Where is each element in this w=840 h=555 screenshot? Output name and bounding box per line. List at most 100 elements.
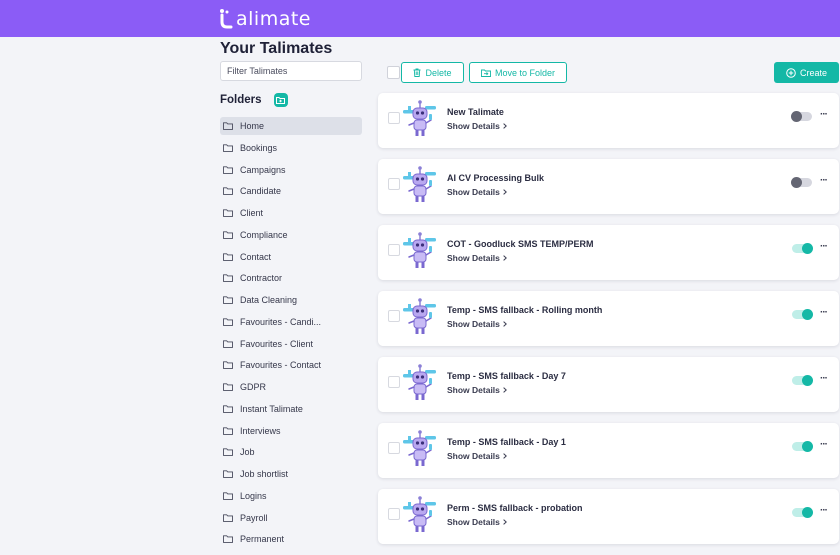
- folder-item[interactable]: Favourites - Candi...: [220, 313, 362, 331]
- folder-label: Job: [240, 447, 255, 458]
- create-button[interactable]: Create: [774, 62, 839, 83]
- enable-toggle[interactable]: [792, 441, 813, 452]
- add-folder-button[interactable]: [273, 93, 288, 107]
- enable-toggle[interactable]: [791, 177, 812, 188]
- talimate-checkbox[interactable]: [388, 376, 400, 388]
- robot-avatar-icon: [402, 364, 438, 407]
- add-folder-icon: [276, 97, 286, 104]
- filter-input[interactable]: [220, 61, 362, 81]
- folders-title: Folders: [220, 94, 262, 106]
- folder-item[interactable]: Interviews: [220, 422, 362, 440]
- folder-label: Home: [240, 121, 265, 131]
- robot-avatar-icon: [402, 430, 438, 473]
- enable-toggle[interactable]: [792, 243, 813, 254]
- folder-icon: [223, 491, 233, 501]
- folder-label: Permanent: [240, 534, 285, 545]
- folder-item[interactable]: Bookings: [220, 139, 362, 157]
- talimate-name: Temp - SMS fallback - Day 1: [447, 437, 566, 447]
- chevron-right-icon: [500, 187, 507, 197]
- folders-header: Folders: [220, 93, 288, 107]
- show-details-link[interactable]: Show Details: [447, 385, 507, 395]
- toggle-knob: [802, 441, 813, 452]
- more-dots-icon[interactable]: ···: [820, 439, 828, 450]
- show-details-link[interactable]: Show Details: [447, 517, 507, 527]
- folder-item[interactable]: Job: [220, 443, 362, 461]
- talimate-card[interactable]: Temp - SMS fallback - Day 7 Show Details ·…: [378, 357, 839, 412]
- folder-label: Job shortlist: [240, 469, 289, 479]
- folder-label: Payroll: [240, 512, 268, 523]
- more-dots-icon[interactable]: ···: [820, 109, 828, 120]
- show-details-link[interactable]: Show Details: [447, 451, 507, 461]
- show-details-label: Show Details: [447, 451, 500, 461]
- toggle-knob: [802, 243, 813, 254]
- select-all-checkbox[interactable]: [387, 66, 400, 79]
- folder-item[interactable]: Data Cleaning: [220, 291, 362, 309]
- folder-icon: [223, 208, 233, 218]
- enable-toggle[interactable]: [792, 309, 813, 320]
- talimate-checkbox[interactable]: [388, 442, 400, 454]
- enable-toggle[interactable]: [792, 507, 813, 518]
- more-dots-icon[interactable]: ···: [820, 505, 828, 516]
- show-details-link[interactable]: Show Details: [447, 253, 507, 263]
- talimate-checkbox[interactable]: [388, 112, 400, 124]
- folder-item[interactable]: Favourites - Client: [220, 335, 362, 353]
- talimate-checkbox[interactable]: [388, 508, 400, 520]
- folder-icon: [223, 165, 233, 175]
- talimate-card[interactable]: Temp - SMS fallback - Rolling month Show …: [378, 291, 839, 346]
- move-to-folder-button[interactable]: Move to Folder: [469, 62, 567, 83]
- folder-icon: [223, 186, 233, 196]
- talimate-card[interactable]: Perm - SMS fallback - probation Show Deta…: [378, 489, 839, 544]
- folder-label: Favourites - Candi...: [240, 316, 322, 327]
- folder-item[interactable]: Compliance: [220, 226, 362, 244]
- more-dots-icon[interactable]: ···: [820, 307, 828, 318]
- folder-item[interactable]: Instant Talimate: [220, 400, 362, 418]
- folder-icon: [223, 469, 233, 479]
- enable-toggle[interactable]: [791, 111, 812, 122]
- folder-icon: [223, 360, 233, 370]
- talimate-card[interactable]: AI CV Processing Bulk Show Details ···: [378, 159, 839, 214]
- folder-item[interactable]: Candidate: [220, 182, 362, 200]
- more-dots-icon[interactable]: ···: [820, 241, 828, 252]
- app-logo[interactable]: alimate: [218, 6, 311, 32]
- folder-label: Interviews: [240, 425, 281, 436]
- chevron-right-icon: [500, 319, 507, 329]
- talimate-checkbox[interactable]: [388, 310, 400, 322]
- folder-icon: [223, 513, 233, 523]
- show-details-label: Show Details: [447, 517, 500, 527]
- folder-item[interactable]: GDPR: [220, 378, 362, 396]
- folder-item[interactable]: Logins: [220, 487, 362, 505]
- folder-item[interactable]: Job shortlist: [220, 465, 362, 483]
- folder-label: Contact: [240, 251, 272, 262]
- show-details-link[interactable]: Show Details: [447, 121, 507, 131]
- folder-icon: [223, 339, 233, 349]
- talimate-card[interactable]: New Talimate Show Details ···: [378, 93, 839, 148]
- toggle-knob: [791, 177, 802, 188]
- enable-toggle[interactable]: [792, 375, 813, 386]
- folder-icon: [223, 404, 233, 414]
- folder-item[interactable]: Favourites - Contact: [220, 356, 362, 374]
- chevron-right-icon: [500, 517, 507, 527]
- talimate-checkbox[interactable]: [388, 178, 400, 190]
- robot-avatar-icon: [402, 166, 438, 209]
- folder-item[interactable]: Campaigns: [220, 161, 362, 179]
- folder-item[interactable]: Home: [220, 117, 362, 135]
- talimate-list: New Talimate Show Details ··· AI CV Process…: [378, 93, 839, 555]
- more-dots-icon[interactable]: ···: [820, 175, 828, 186]
- delete-button[interactable]: Delete: [401, 62, 464, 83]
- talimate-card[interactable]: Temp - SMS fallback - Day 1 Show Details ·…: [378, 423, 839, 478]
- talimate-name: Temp - SMS fallback - Day 7: [447, 371, 566, 381]
- folder-list: Home Bookings Campaigns Candidate Client Comp…: [220, 117, 362, 552]
- folder-item[interactable]: Payroll: [220, 509, 362, 527]
- folder-item[interactable]: Contact: [220, 248, 362, 266]
- delete-label: Delete: [425, 67, 452, 78]
- folder-item[interactable]: Client: [220, 204, 362, 222]
- folder-label: Client: [240, 208, 264, 218]
- more-dots-icon[interactable]: ···: [820, 373, 828, 384]
- show-details-link[interactable]: Show Details: [447, 319, 507, 329]
- talimate-card[interactable]: COT - Goodluck SMS TEMP/PERM Show Details…: [378, 225, 839, 280]
- folder-label: Favourites - Contact: [240, 360, 322, 371]
- show-details-link[interactable]: Show Details: [447, 187, 507, 197]
- talimate-checkbox[interactable]: [388, 244, 400, 256]
- folder-item[interactable]: Contractor: [220, 269, 362, 287]
- folder-item[interactable]: Permanent: [220, 530, 362, 548]
